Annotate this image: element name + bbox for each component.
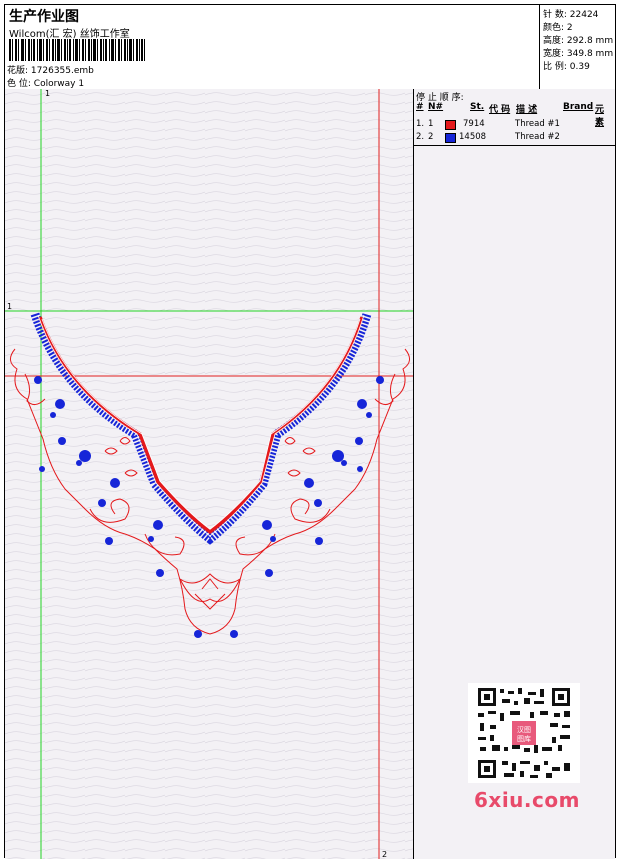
stat-stitches: 针 数: 22424 [543,7,598,20]
stat-label: 颜色: [543,23,565,33]
design-canvas[interactable]: 1 1 2 [5,89,414,859]
sequence-divider [414,145,615,146]
colorway-label: 色 位: [7,79,31,89]
sheet-header: 生产作业图 Wilcom(汇 宏) 丝饰工作室 花版: 1726355.emb … [5,5,615,90]
design-value: 1726355.emb [30,66,94,76]
stats-box: 针 数: 22424 颜色: 2 高度: 292.8 mm 宽度: 349.8 … [539,5,616,89]
design-label: 花版: [7,66,29,76]
qr-code-watermark: 汉图 图库 [468,683,580,783]
row-no: 2 [428,132,434,142]
colorway: 色 位: Colorway 1 [7,76,84,89]
stat-label: 高度: [543,36,565,46]
stat-label: 宽度: [543,49,565,59]
col-desc: 描 述 [516,105,538,115]
sheet-title: 生产作业图 [9,9,79,25]
thread-color-swatch [445,133,456,143]
stat-value: 292.8 mm [566,36,614,46]
barcode [9,39,145,61]
watermark-logo: 6xiu.com [474,788,580,812]
col-idx: # [416,102,424,112]
thread-color-swatch [445,120,456,130]
row-idx: 1. [416,119,425,129]
row-desc: Thread #2 [515,132,560,142]
embroidery-preview: 1 1 2 [5,89,413,859]
sequence-header-row: # N# St. 代 码 描 述 Brand 元 素 [414,102,615,128]
row-code: 7914 [463,119,485,129]
colorway-value: Colorway 1 [33,79,85,89]
row-desc: Thread #1 [515,119,560,129]
stat-value: 0.39 [569,62,590,72]
stat-value: 2 [566,23,573,33]
row-no: 1 [428,119,434,129]
stat-label: 针 数: [543,10,567,20]
stat-height: 高度: 292.8 mm [543,33,613,46]
sequence-row[interactable]: 2. 2 14508 Thread #2 [414,132,615,145]
stat-label: 比 例: [543,62,567,72]
row-idx: 2. [416,132,425,142]
col-no: N# [428,102,444,112]
left-guide-marker: 1 [45,89,50,98]
design-file: 花版: 1726355.emb [7,63,94,76]
stat-value: 349.8 mm [566,49,614,59]
stat-value: 22424 [569,10,599,20]
col-code: 代 码 [489,105,511,115]
qr-stamp: 汉图 [517,726,531,734]
stat-width: 宽度: 349.8 mm [543,46,613,59]
svg-text:图库: 图库 [517,734,531,743]
stat-colors: 颜色: 2 [543,20,573,33]
stat-scale: 比 例: 0.39 [543,59,590,72]
company-name: Wilcom(汇 宏) 丝饰工作室 [9,29,130,40]
row-code: 14508 [459,132,487,142]
col-brand: Brand [563,102,594,112]
col-st: St. [470,102,485,112]
right-guide-marker: 2 [382,850,387,859]
top-guide-marker: 1 [7,302,12,311]
sequence-row[interactable]: 1. 1 7914 Thread #1 [414,119,615,132]
